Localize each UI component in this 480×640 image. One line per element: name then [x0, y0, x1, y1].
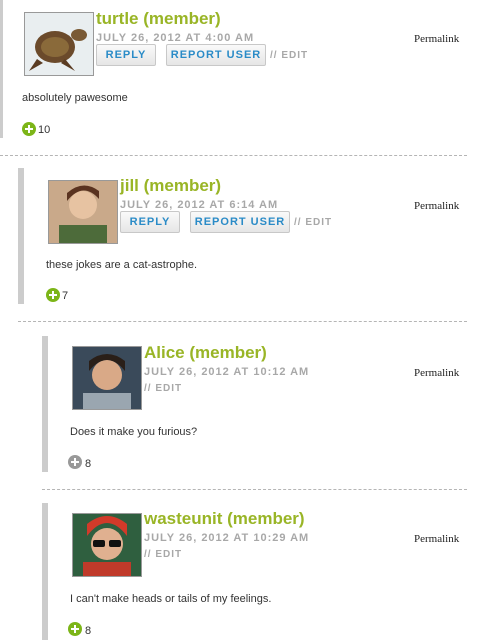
thread-bar: [42, 503, 48, 640]
comment-body: these jokes are a cat-astrophe.: [46, 259, 198, 271]
edit-link[interactable]: // EDIT: [294, 217, 332, 228]
reply-button[interactable]: REPLY: [96, 44, 156, 66]
person-icon: [73, 514, 141, 576]
vote-up-icon[interactable]: [46, 288, 60, 302]
permalink[interactable]: Permalink: [414, 533, 459, 545]
comment-body: Does it make you furious?: [70, 426, 198, 438]
comment-date: JULY 26, 2012 AT 10:12 AM: [144, 366, 310, 378]
comment-body: I can't make heads or tails of my feelin…: [70, 593, 272, 605]
comment-author[interactable]: jill (member): [120, 176, 221, 196]
comment-date: JULY 26, 2012 AT 10:29 AM: [144, 532, 310, 544]
vote-count: 10: [38, 124, 51, 136]
comment-author[interactable]: turtle (member): [96, 9, 221, 29]
comment-date: JULY 26, 2012 AT 4:00 AM: [96, 32, 255, 44]
vote-count: 8: [85, 625, 92, 637]
edit-link[interactable]: // EDIT: [270, 50, 308, 61]
report-user-button[interactable]: REPORT USER: [190, 211, 290, 233]
avatar[interactable]: [48, 180, 118, 244]
permalink[interactable]: Permalink: [414, 367, 459, 379]
report-user-button[interactable]: REPORT USER: [166, 44, 266, 66]
comment-author[interactable]: wasteunit (member): [144, 509, 305, 529]
thread-bar: [0, 0, 3, 138]
divider: [18, 321, 467, 322]
vote-count: 8: [85, 458, 92, 470]
vote-up-icon[interactable]: [68, 455, 82, 469]
person-icon: [49, 181, 117, 243]
permalink[interactable]: Permalink: [414, 33, 459, 45]
permalink[interactable]: Permalink: [414, 200, 459, 212]
comment-body: absolutely pawesome: [22, 92, 128, 104]
thread-bar: [42, 336, 48, 472]
avatar[interactable]: [24, 12, 94, 76]
reply-button[interactable]: REPLY: [120, 211, 180, 233]
thread-bar: [18, 168, 24, 304]
divider: [42, 489, 467, 490]
person-icon: [73, 347, 141, 409]
comment-date: JULY 26, 2012 AT 6:14 AM: [120, 199, 279, 211]
avatar[interactable]: [72, 513, 142, 577]
vote-up-icon[interactable]: [68, 622, 82, 636]
turtle-icon: [25, 13, 93, 75]
comment-author[interactable]: Alice (member): [144, 343, 267, 363]
avatar[interactable]: [72, 346, 142, 410]
vote-up-icon[interactable]: [22, 122, 36, 136]
divider: [0, 155, 467, 156]
edit-link[interactable]: // EDIT: [144, 549, 182, 560]
edit-link[interactable]: // EDIT: [144, 383, 182, 394]
vote-count: 7: [62, 290, 69, 302]
